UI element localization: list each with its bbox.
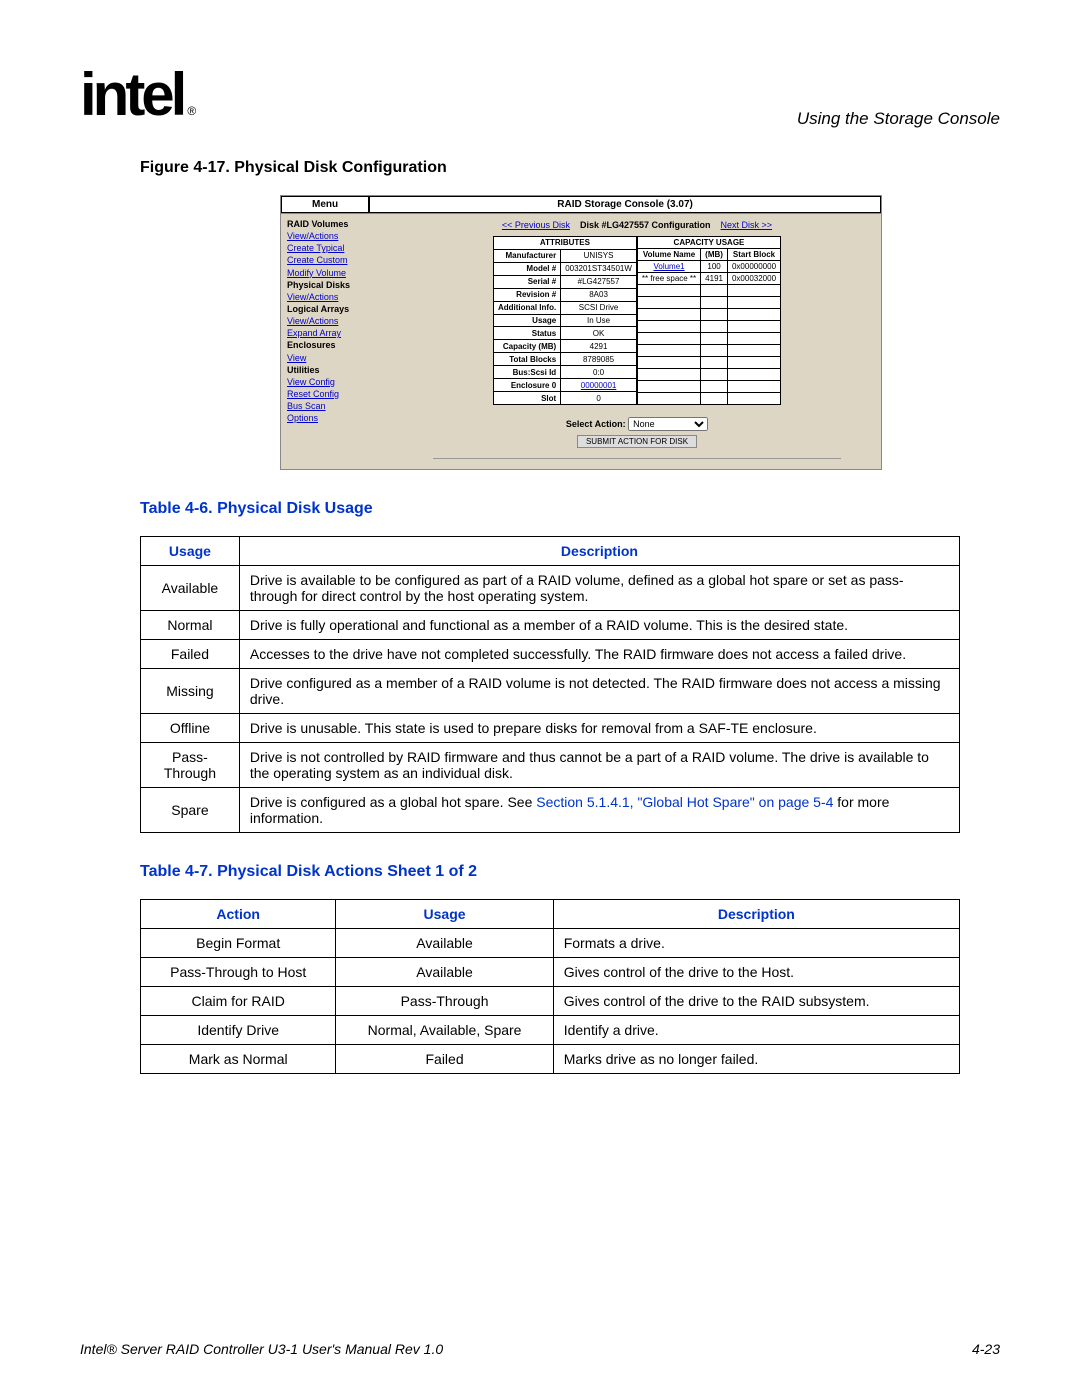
sidebar-link[interactable]: Modify Volume — [287, 267, 387, 279]
sidebar-link[interactable]: Options — [287, 412, 387, 424]
chapter-title: Using the Storage Console — [797, 109, 1000, 129]
prev-disk-link[interactable]: << Previous Disk — [502, 220, 570, 230]
next-disk-link[interactable]: Next Disk >> — [721, 220, 773, 230]
console-title: RAID Storage Console (3.07) — [369, 196, 881, 213]
sidebar-link[interactable]: View/Actions — [287, 291, 387, 303]
sidebar-header: Logical Arrays — [287, 303, 387, 315]
footer-right: 4-23 — [972, 1341, 1000, 1357]
physical-disk-usage-table: UsageDescriptionAvailableDrive is availa… — [140, 536, 960, 833]
action-select[interactable]: None — [628, 417, 708, 431]
sidebar-link[interactable]: View Config — [287, 376, 387, 388]
sidebar-link[interactable]: Expand Array — [287, 327, 387, 339]
select-action-label: Select Action: — [566, 419, 626, 429]
table-4-7-caption: Table 4-7. Physical Disk Actions Sheet 1… — [140, 863, 1000, 881]
registered-mark: ® — [187, 104, 192, 118]
figure-caption: Figure 4-17. Physical Disk Configuration — [140, 159, 1000, 177]
menu-header: Menu — [281, 196, 369, 213]
table-4-6-caption: Table 4-6. Physical Disk Usage — [140, 500, 1000, 518]
submit-action-button[interactable]: SUBMIT ACTION FOR DISK — [577, 435, 697, 448]
disk-nav: << Previous Disk Disk #LG427557 Configur… — [403, 220, 871, 230]
sidebar-header: Enclosures — [287, 339, 387, 351]
sidebar-link[interactable]: Reset Config — [287, 388, 387, 400]
divider — [433, 458, 841, 459]
intel-logo: intel ® — [80, 60, 192, 129]
logo-text: intel — [80, 60, 183, 129]
sidebar-header: RAID Volumes — [287, 218, 387, 230]
sidebar-link[interactable]: Create Custom — [287, 254, 387, 266]
attributes-table: ATTRIBUTESManufacturerUNISYSModel #00320… — [493, 236, 637, 405]
physical-disk-actions-table: ActionUsageDescriptionBegin FormatAvaila… — [140, 899, 960, 1074]
sidebar: RAID VolumesView/ActionsCreate TypicalCr… — [281, 214, 393, 469]
sidebar-link[interactable]: View/Actions — [287, 315, 387, 327]
page-footer: Intel® Server RAID Controller U3-1 User'… — [80, 1341, 1000, 1357]
raid-console-screenshot: Menu RAID Storage Console (3.07) RAID Vo… — [280, 195, 882, 470]
footer-left: Intel® Server RAID Controller U3-1 User'… — [80, 1341, 443, 1357]
sidebar-link[interactable]: Bus Scan — [287, 400, 387, 412]
page-header: intel ® Using the Storage Console — [80, 60, 1000, 129]
sidebar-header: Physical Disks — [287, 279, 387, 291]
capacity-table: CAPACITY USAGEVolume Name(MB)Start Block… — [637, 236, 781, 405]
sidebar-link[interactable]: Create Typical — [287, 242, 387, 254]
sidebar-link[interactable]: View/Actions — [287, 230, 387, 242]
sidebar-header: Utilities — [287, 364, 387, 376]
sidebar-link[interactable]: View — [287, 352, 387, 364]
disk-config-title: Disk #LG427557 Configuration — [580, 220, 711, 230]
